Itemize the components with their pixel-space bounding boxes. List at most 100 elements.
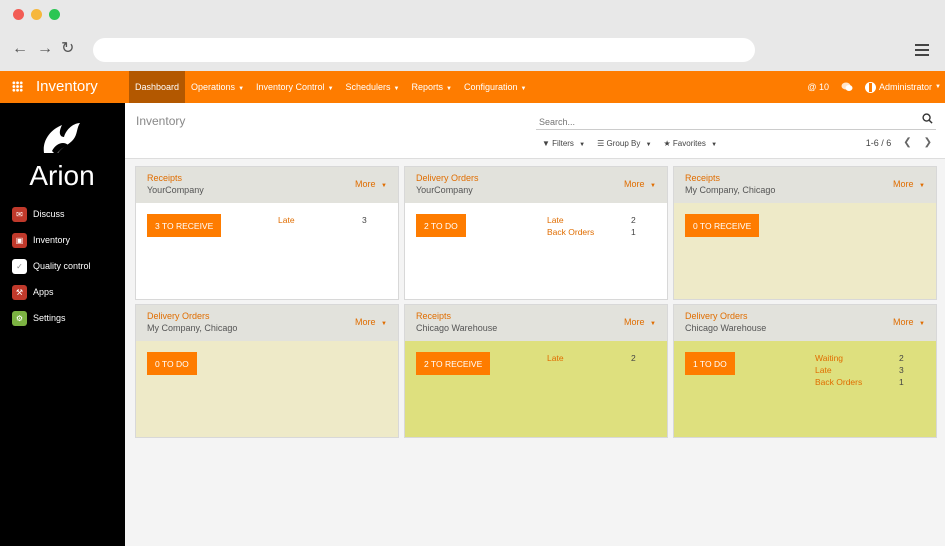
back-arrow-icon[interactable]: ←	[12, 41, 28, 57]
chevron-down-icon: ▼	[520, 86, 527, 92]
more-dropdown[interactable]: More ▼	[355, 317, 387, 327]
notifications-counter[interactable]: @ 10	[807, 82, 829, 92]
browser-menu-icon[interactable]	[915, 44, 929, 59]
card-action-button[interactable]: 1 TO DO	[685, 352, 735, 375]
stat-row[interactable]: Late 2	[547, 352, 647, 364]
card-company: My Company, Chicago	[147, 323, 238, 333]
stat-row[interactable]: Late 2	[547, 214, 647, 226]
chevron-right-icon[interactable]: ❯	[924, 137, 932, 148]
stat-label: Late	[547, 353, 564, 363]
card-body: 2 TO DO Late 2 Back Orders 1	[405, 203, 667, 299]
favorites-button[interactable]: ★ Favorites ▼	[664, 139, 718, 148]
chevron-down-icon: ▼	[645, 142, 652, 148]
sidebar-item-apps[interactable]: ⚒ Apps	[12, 279, 91, 305]
filters-button[interactable]: ▼ Filters ▼	[542, 139, 585, 148]
sidebar-item-label: Apps	[33, 287, 54, 297]
search-input[interactable]	[539, 117, 909, 127]
settings-icon: ⚙	[12, 310, 27, 326]
chevron-down-icon: ▼	[393, 86, 400, 92]
reload-icon[interactable]: ↻	[61, 41, 74, 57]
card-action-button[interactable]: 0 TO RECEIVE	[685, 214, 760, 237]
list-icon: ☰	[597, 139, 605, 148]
chat-icon[interactable]	[841, 82, 853, 92]
stat-value: 2	[631, 353, 636, 363]
dashboard-card: Delivery Orders YourCompany More ▼ 2 TO DO L…	[404, 166, 668, 300]
close-window-icon[interactable]	[13, 9, 24, 20]
card-body: 2 TO RECEIVE Late 2	[405, 341, 667, 437]
card-header: Delivery Orders My Company, Chicago More ▼	[136, 305, 398, 341]
card-company: Chicago Warehouse	[685, 323, 767, 333]
search-icon[interactable]	[922, 113, 933, 124]
search-box	[536, 112, 936, 130]
minimize-window-icon[interactable]	[31, 9, 42, 20]
more-dropdown[interactable]: More ▼	[355, 179, 387, 189]
sidebar-item-quality-control[interactable]: ✓ Quality control	[12, 253, 91, 279]
maximize-window-icon[interactable]	[49, 9, 60, 20]
card-title[interactable]: Receipts	[147, 173, 387, 183]
stat-value: 1	[631, 227, 636, 237]
card-title[interactable]: Receipts	[416, 311, 656, 321]
user-menu[interactable]: Administrator ▼	[865, 81, 941, 93]
pager-value[interactable]: 1-6 / 6	[866, 138, 892, 148]
menu-item-operations[interactable]: Operations ▼	[185, 71, 250, 103]
card-title[interactable]: Delivery Orders	[685, 311, 925, 321]
forward-arrow-icon[interactable]: →	[37, 41, 53, 57]
menu-item-schedulers[interactable]: Schedulers ▼	[340, 71, 406, 103]
discuss-icon: ✉	[12, 206, 27, 222]
chevron-down-icon: ▼	[650, 183, 656, 189]
sidebar: Arion ✉ Discuss ▣ Inventory ✓ Quality control…	[0, 103, 125, 546]
sidebar-item-inventory[interactable]: ▣ Inventory	[12, 227, 91, 253]
card-header: Receipts My Company, Chicago More ▼	[674, 167, 936, 203]
card-body: 1 TO DO Waiting 2 Late 3 Back Orders 1	[674, 341, 936, 437]
sidebar-item-label: Quality control	[33, 261, 91, 271]
breadcrumb[interactable]: Inventory	[136, 114, 185, 128]
url-bar[interactable]	[93, 38, 755, 62]
more-dropdown[interactable]: More ▼	[624, 317, 656, 327]
user-name: Administrator	[879, 82, 933, 92]
sidebar-item-label: Settings	[33, 313, 66, 323]
stat-row[interactable]: Back Orders 1	[547, 226, 647, 238]
stat-row[interactable]: Back Orders 1	[815, 376, 915, 388]
stat-row[interactable]: Late 3	[815, 364, 915, 376]
menu-item-inventory-control[interactable]: Inventory Control ▼	[250, 71, 340, 103]
chevron-down-icon: ▼	[650, 321, 656, 327]
chevron-down-icon: ▼	[919, 183, 925, 189]
stat-label: Late	[278, 215, 295, 225]
sidebar-item-settings[interactable]: ⚙ Settings	[12, 305, 91, 331]
card-action-button[interactable]: 2 TO DO	[416, 214, 466, 237]
menu-item-configuration[interactable]: Configuration ▼	[458, 71, 533, 103]
more-dropdown[interactable]: More ▼	[624, 179, 656, 189]
card-action-button[interactable]: 3 TO RECEIVE	[147, 214, 222, 237]
stat-row[interactable]: Late 3	[278, 214, 378, 226]
main-menu: Dashboard Operations ▼ Inventory Control ▼ Sc…	[129, 71, 532, 103]
app-grid-icon[interactable]	[12, 81, 23, 92]
card-action-button[interactable]: 2 TO RECEIVE	[416, 352, 491, 375]
stat-row[interactable]: Waiting 2	[815, 352, 915, 364]
card-title[interactable]: Delivery Orders	[416, 173, 656, 183]
menu-item-reports[interactable]: Reports ▼	[406, 71, 458, 103]
app-title: Inventory	[36, 78, 98, 95]
stat-label: Back Orders	[547, 227, 595, 237]
more-dropdown[interactable]: More ▼	[893, 179, 925, 189]
sidebar-item-label: Discuss	[33, 209, 65, 219]
menu-item-dashboard[interactable]: Dashboard	[129, 71, 186, 103]
chevron-left-icon[interactable]: ❮	[903, 137, 911, 148]
chevron-down-icon: ▼	[446, 86, 452, 92]
inventory-icon: ▣	[12, 232, 27, 248]
group-by-button[interactable]: ☰ Group By ▼	[597, 139, 651, 148]
card-company: YourCompany	[416, 185, 473, 195]
chevron-down-icon: ▼	[579, 142, 586, 148]
card-action-button[interactable]: 0 TO DO	[147, 352, 197, 375]
sidebar-item-label: Inventory	[33, 235, 71, 245]
sidebar-item-discuss[interactable]: ✉ Discuss	[12, 201, 91, 227]
more-dropdown[interactable]: More ▼	[893, 317, 925, 327]
card-title[interactable]: Receipts	[685, 173, 925, 183]
control-panel: Inventory ▼ Filters ▼ ☰ Group By ▼ ★ Fav…	[125, 103, 945, 159]
card-title[interactable]: Delivery Orders	[147, 311, 387, 321]
chevron-down-icon: ▼	[327, 86, 334, 92]
dashboard-card: Receipts Chicago Warehouse More ▼ 2 TO RECE…	[404, 304, 668, 438]
card-company: YourCompany	[147, 185, 204, 195]
quality-control-icon: ✓	[12, 258, 27, 274]
stat-value: 3	[362, 215, 367, 225]
star-icon: ★	[663, 139, 671, 148]
